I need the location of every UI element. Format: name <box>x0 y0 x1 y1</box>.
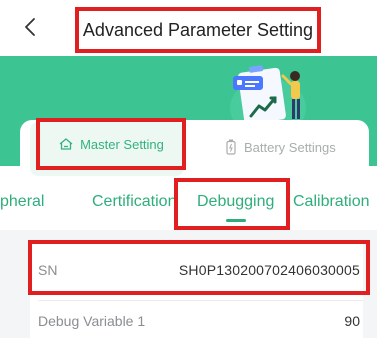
home-icon <box>59 138 73 150</box>
subtab-calibration[interactable]: Calibration <box>293 193 369 211</box>
subtab-peripheral[interactable]: pheral <box>0 193 44 211</box>
chevron-left-icon <box>25 18 35 36</box>
sn-label: SN <box>38 262 58 278</box>
page-title-highlight: Advanced Parameter Setting <box>75 7 321 53</box>
battery-icon <box>226 139 236 155</box>
tab-battery-settings[interactable]: Battery Settings <box>226 130 336 164</box>
tab-battery-settings-label: Battery Settings <box>244 139 336 155</box>
debug-variable-1-label: Debug Variable 1 <box>38 313 146 329</box>
page-title: Advanced Parameter Setting <box>82 19 314 40</box>
back-button[interactable] <box>20 14 40 40</box>
subtab-certification[interactable]: Certification <box>92 193 176 211</box>
subtab-debugging-highlight <box>174 178 290 230</box>
row-divider <box>38 300 363 301</box>
debug-variable-1-value: 90 <box>344 313 360 329</box>
tab-master-setting-label: Master Setting <box>80 136 164 152</box>
tab-master-setting[interactable]: Master Setting <box>36 118 186 170</box>
active-tab-indicator <box>226 219 246 222</box>
sn-value: SH0P130200702406030005 <box>178 262 360 278</box>
